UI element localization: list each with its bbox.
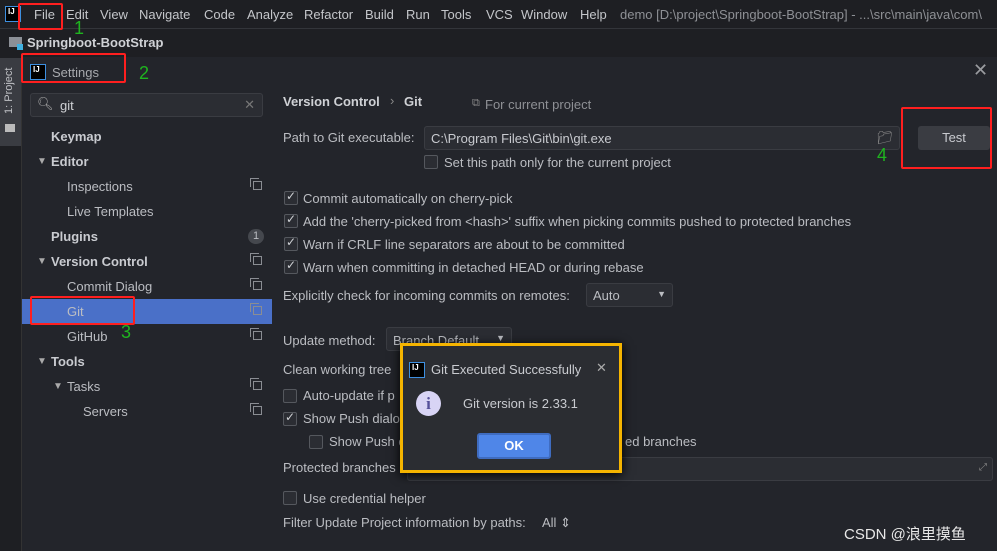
popup-message: Git version is 2.33.1 [463, 396, 578, 411]
window-title: demo [D:\project\Springboot-BootStrap] -… [620, 7, 982, 22]
tree-item-label: Version Control [51, 254, 148, 269]
tree-item-label: Servers [83, 404, 128, 419]
project-scope-icon [250, 378, 262, 390]
auto-update-checkbox[interactable] [283, 389, 297, 403]
chevron-down-icon: ▼ [496, 333, 505, 343]
copy-icon: ⧉ [472, 97, 480, 109]
annotation-number-1: 1 [74, 18, 85, 38]
project-scope-icon [250, 403, 262, 415]
menu-vcs[interactable]: VCS [486, 7, 513, 22]
search-icon: 🔍︎ [37, 96, 54, 111]
incoming-commits-select[interactable]: Auto ▼ [586, 283, 673, 307]
scope-label: For current project [485, 97, 592, 112]
annotation-number-3: 3 [121, 322, 132, 342]
project-scope-icon [250, 328, 262, 340]
menu-view[interactable]: View [100, 7, 128, 22]
tree-item-label: Plugins [51, 229, 98, 244]
git-path-input[interactable]: C:\Program Files\Git\bin\git.exe 📁︎ [424, 126, 900, 150]
tree-item-label: Tasks [67, 379, 101, 394]
tree-item-label: GitHub [67, 329, 108, 344]
tree-item-version-control[interactable]: ▼ Version Control [22, 249, 272, 274]
menu-window[interactable]: Window [521, 7, 567, 22]
credential-helper-checkbox[interactable] [283, 491, 297, 505]
popup-title: Git Executed Successfully [431, 362, 582, 377]
search-input[interactable]: 🔍︎ git ✕ [30, 93, 263, 117]
option-label: Warn if CRLF line separators are about t… [303, 237, 625, 252]
folder-icon [5, 124, 15, 132]
project-tool-tab[interactable]: 1: Project [0, 58, 21, 146]
annotation-box-4 [901, 107, 992, 169]
tree-item-label: Editor [51, 154, 89, 169]
tree-item-label: Tools [51, 354, 85, 369]
breadcrumb-separator: › [390, 93, 395, 108]
option-label: Commit automatically on cherry-pick [303, 191, 513, 206]
update-count-badge: 1 [248, 229, 264, 244]
watermark: CSDN @浪里摸鱼 [844, 526, 966, 543]
project-scope-icon [250, 303, 262, 315]
project-scope-icon [250, 253, 262, 265]
option-checkbox[interactable] [284, 212, 298, 228]
menu-navigate[interactable]: Navigate [139, 7, 190, 22]
option-checkbox[interactable] [284, 189, 298, 205]
clear-icon[interactable]: ✕ [244, 97, 255, 113]
menu-tools[interactable]: Tools [441, 7, 471, 22]
expand-arrow-icon[interactable]: ▼ [37, 149, 47, 174]
annotation-box-2 [21, 53, 126, 83]
menu-analyze[interactable]: Analyze [247, 7, 293, 22]
breadcrumb-version-control[interactable]: Version Control [283, 94, 380, 109]
project-name[interactable]: Springboot-BootStrap [27, 35, 163, 50]
path-label: Path to Git executable: [283, 130, 415, 145]
expand-arrow-icon[interactable]: ▼ [37, 249, 47, 274]
intellij-logo-icon: IJ [409, 362, 425, 378]
menu-build[interactable]: Build [365, 7, 394, 22]
tree-item-keymap[interactable]: Keymap [22, 124, 272, 149]
menu-code[interactable]: Code [204, 7, 235, 22]
close-icon[interactable]: ✕ [973, 60, 988, 81]
tree-item-plugins[interactable]: Plugins 1 [22, 224, 272, 249]
option-checkbox[interactable] [284, 235, 298, 251]
tree-item-label: Keymap [51, 129, 102, 144]
tree-item-label: Inspections [67, 179, 133, 194]
folder-open-icon[interactable]: 📁︎ [876, 130, 893, 146]
show-push-protected-checkbox[interactable] [309, 435, 323, 449]
tree-item-label: Live Templates [67, 204, 154, 219]
info-icon: i [416, 391, 441, 416]
menu-run[interactable]: Run [406, 7, 430, 22]
expand-icon[interactable]: ⤢ [979, 462, 987, 473]
annotation-box-3 [30, 296, 135, 325]
tree-item-editor[interactable]: ▼ Editor [22, 149, 272, 174]
menu-help[interactable]: Help [580, 7, 607, 22]
tree-item-servers[interactable]: Servers [22, 399, 272, 424]
close-icon[interactable]: ✕ [596, 360, 607, 376]
tree-item-inspections[interactable]: Inspections [22, 174, 272, 199]
tree-item-github[interactable]: GitHub [22, 324, 272, 349]
tree-item-tasks[interactable]: ▼ Tasks [22, 374, 272, 399]
menu-bar: IJ File Edit View Navigate Code Analyze Refact… [0, 0, 997, 29]
project-scope-icon [250, 278, 262, 290]
annotation-number-4: 4 [877, 145, 888, 165]
annotation-number-2: 2 [139, 63, 150, 83]
option-label: Warn when committing in detached HEAD or… [303, 260, 644, 275]
option-label: Add the 'cherry-picked from <hash>' suff… [303, 214, 852, 229]
tree-item-live-templates[interactable]: Live Templates [22, 199, 272, 224]
menu-refactor[interactable]: Refactor [304, 7, 353, 22]
navigation-bar: Springboot-BootStrap [0, 29, 997, 57]
tree-item-tools[interactable]: ▼ Tools [22, 349, 272, 374]
show-push-dialog-checkbox[interactable] [283, 410, 297, 426]
git-success-popup: IJ Git Executed Successfully ✕ i Git ver… [400, 343, 622, 473]
option-checkbox[interactable] [284, 258, 298, 274]
chevron-down-icon: ▼ [657, 289, 666, 299]
expand-arrow-icon[interactable]: ▼ [53, 374, 63, 399]
project-scope-icon [250, 178, 262, 190]
ok-button[interactable]: OK [477, 433, 551, 459]
filter-paths-select[interactable]: All ⇕ [542, 515, 571, 531]
breadcrumb-git: Git [404, 94, 423, 109]
annotation-box-1 [18, 3, 63, 30]
expand-arrow-icon[interactable]: ▼ [37, 349, 47, 374]
path-only-project-checkbox[interactable] [424, 155, 438, 169]
